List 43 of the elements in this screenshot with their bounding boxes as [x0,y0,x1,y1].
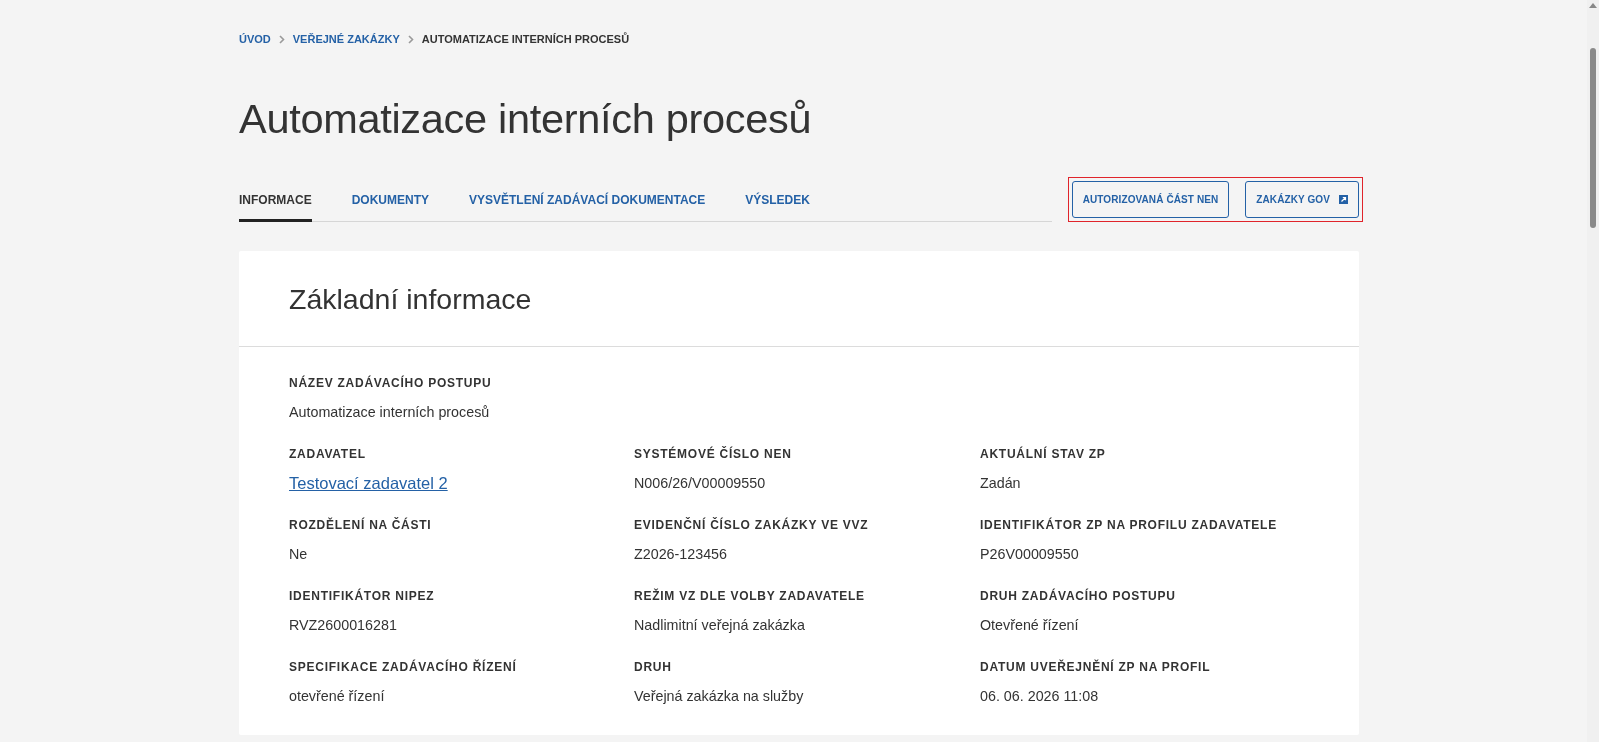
chevron-icon [407,34,414,44]
tab[interactable]: INFORMACE [239,192,312,222]
field-value: otevřené řízení [289,687,385,706]
field-value: Otevřené řízení [980,616,1079,635]
field-value: N006/26/V00009550 [634,474,766,493]
field-label: AKTUÁLNÍ STAV ZP [980,446,1106,462]
field-label: REŽIM VZ DLE VOLBY ZADAVATELE [634,588,865,604]
field-value: RVZ2600016281 [289,616,397,635]
external-link-button[interactable]: ZAKÁZKY GOV [1245,181,1359,218]
field-label: NÁZEV ZADÁVACÍHO POSTUPU [289,375,492,391]
field-label: SPECIFIKACE ZADÁVACÍHO ŘÍZENÍ [289,659,517,675]
field-value: Z2026-123456 [634,545,727,564]
tab[interactable]: VÝSLEDEK [745,192,810,222]
field-value: Zadán [980,474,1021,493]
field-label: DRUH ZADÁVACÍHO POSTUPU [980,588,1176,604]
field-value: Veřejná zakázka na služby [634,687,804,706]
field-label: IDENTIFIKÁTOR ZP NA PROFILU ZADAVATELE [980,517,1277,533]
field-label: ZADAVATEL [289,446,366,462]
field-label: DRUH [634,659,672,675]
breadcrumb-link[interactable]: VEŘEJNÉ ZAKÁZKY [292,31,400,47]
field-value: P26V00009550 [980,545,1079,564]
chevron-icon [278,34,285,44]
scrollbar-thumb[interactable] [1590,48,1596,228]
scrollbar[interactable] [1587,0,1599,742]
field-value: Nadlimitní veřejná zakázka [634,616,805,635]
tab[interactable]: VYSVĚTLENÍ ZADÁVACÍ DOKUMENTACE [469,192,706,222]
external-link-icon [1339,195,1348,204]
page-title: Automatizace interních procesů [239,96,812,142]
field-label: SYSTÉMOVÉ ČÍSLO NEN [634,446,792,462]
scroll-up-icon[interactable] [1589,3,1597,8]
card-title: Základní informace [289,281,532,316]
field-label: IDENTIFIKÁTOR NIPEZ [289,588,435,604]
breadcrumb-current: AUTOMATIZACE INTERNÍCH PROCESŮ [421,31,630,47]
action-button[interactable]: AUTORIZOVANÁ ČÁST NEN [1071,181,1230,218]
field-value: Ne [289,545,308,564]
field-value: Automatizace interních procesů [289,403,490,422]
field-value: 06. 06. 2026 11:08 [980,687,1099,706]
tab[interactable]: DOKUMENTY [351,192,429,222]
field-label: DATUM UVEŘEJNĚNÍ ZP NA PROFIL [980,659,1211,675]
field-label: ROZDĚLENÍ NA ČÁSTI [289,517,432,533]
field-value-link[interactable]: Testovací zadavatel 2 [289,473,448,493]
field-label: EVIDENČNÍ ČÍSLO ZAKÁZKY VE VVZ [634,517,869,533]
breadcrumb-link[interactable]: ÚVOD [239,31,271,47]
